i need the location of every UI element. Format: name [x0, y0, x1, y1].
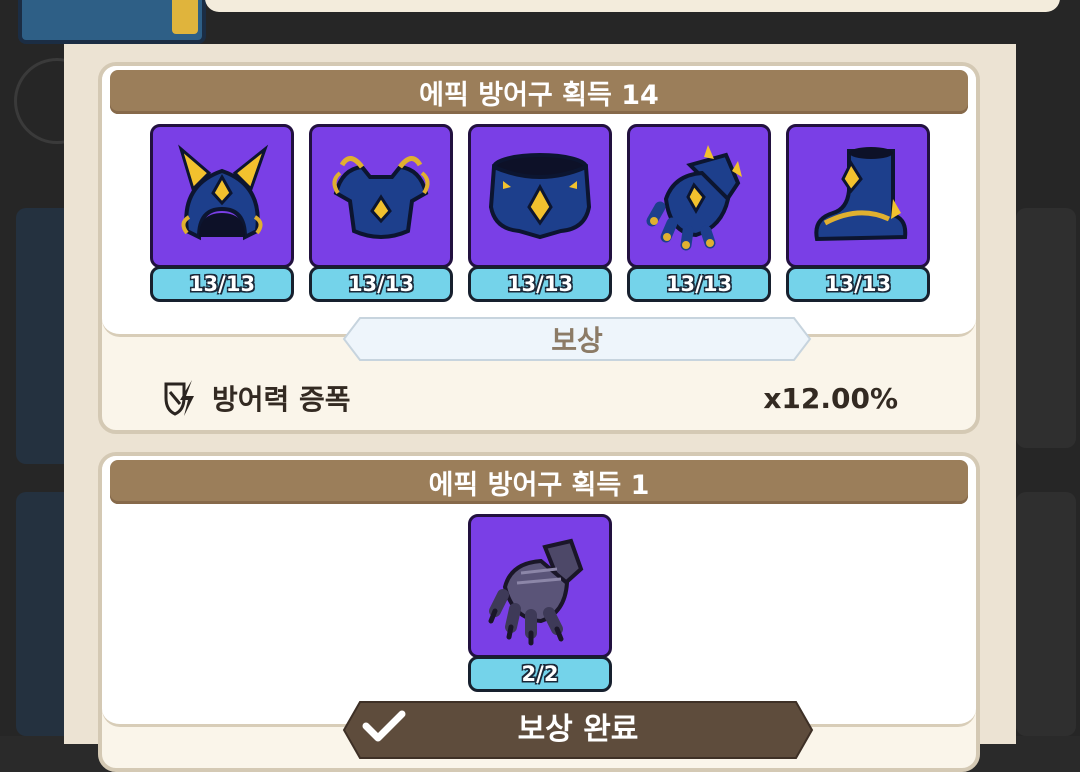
- dark-gauntlet-icon: [468, 514, 612, 658]
- epic-chest-armor-icon: [309, 124, 453, 268]
- collection-title: 에픽 방어구 획득 1: [110, 460, 968, 504]
- defense-boost-icon: [164, 380, 194, 416]
- reward-name: 방어력 증폭: [212, 383, 351, 416]
- collection-title: 에픽 방어구 획득 14: [110, 70, 968, 114]
- reward-complete-button[interactable]: 보상 완료: [342, 700, 814, 760]
- epic-boots-icon: [786, 124, 930, 268]
- item-slot[interactable]: 13/13: [150, 124, 294, 304]
- reward-row: 방어력 증폭 x12.00%: [162, 378, 898, 418]
- item-slot[interactable]: 13/13: [786, 124, 930, 304]
- collection-card: 에픽 방어구 획득 14 13/13 13/13 13/13 13/13 13/…: [98, 62, 980, 434]
- collection-card-body: 에픽 방어구 획득 1 2/2: [102, 456, 976, 727]
- item-slot[interactable]: 13/13: [468, 124, 612, 304]
- item-count: 13/13: [468, 266, 612, 302]
- top-book-icon: [18, 0, 206, 44]
- item-slot[interactable]: 13/13: [309, 124, 453, 304]
- collection-card: 에픽 방어구 획득 1 2/2 보상 완료: [98, 452, 980, 772]
- item-count: 13/13: [627, 266, 771, 302]
- reward-label: 보상: [551, 324, 603, 357]
- reward-label-tag: 보상: [342, 316, 812, 362]
- reward-complete-label: 보상 완료: [517, 712, 639, 747]
- item-count: 13/13: [786, 266, 930, 302]
- item-row: 13/13 13/13 13/13 13/13 13/13: [102, 124, 976, 304]
- item-count: 2/2: [468, 656, 612, 692]
- item-slot[interactable]: 2/2: [468, 514, 612, 694]
- item-count: 13/13: [309, 266, 453, 302]
- epic-belt-icon: [468, 124, 612, 268]
- epic-gauntlet-icon: [627, 124, 771, 268]
- collection-popup: 에픽 방어구 획득 14 13/13 13/13 13/13 13/13 13/…: [64, 44, 1016, 772]
- background-panel: [1016, 208, 1076, 448]
- top-header-bar: [205, 0, 1060, 12]
- collection-card-body: 에픽 방어구 획득 14 13/13 13/13 13/13 13/13 13/…: [102, 66, 976, 337]
- epic-helmet-icon: [150, 124, 294, 268]
- reward-value: x12.00%: [763, 381, 898, 415]
- item-slot[interactable]: 13/13: [627, 124, 771, 304]
- item-row: 2/2: [102, 514, 976, 694]
- background-panel: [1016, 492, 1076, 736]
- item-count: 13/13: [150, 266, 294, 302]
